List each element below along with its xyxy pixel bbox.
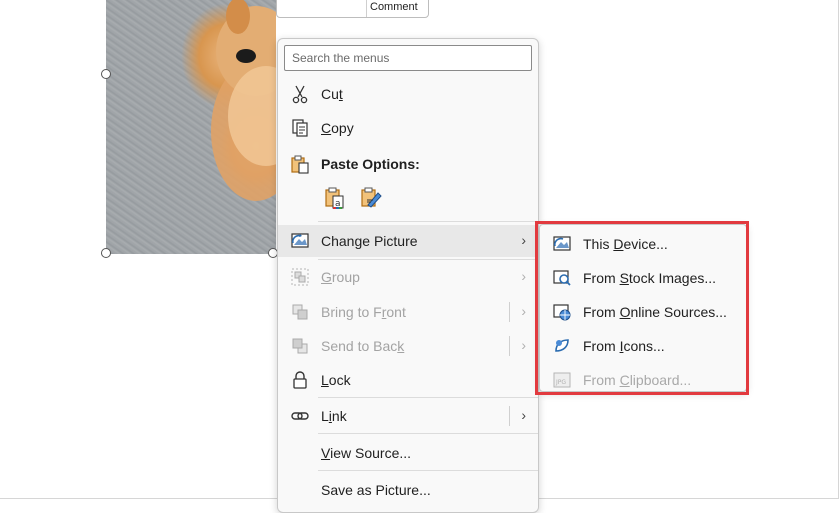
menu-item-label: Copy bbox=[321, 120, 354, 136]
link-icon bbox=[290, 406, 310, 426]
menu-divider bbox=[318, 397, 538, 398]
copy-icon bbox=[290, 118, 310, 138]
menu-item-save-as-picture[interactable]: Save as Picture... bbox=[278, 474, 538, 506]
menu-divider bbox=[318, 259, 538, 260]
submenu-item-label: From Stock Images... bbox=[583, 270, 717, 286]
comment-button[interactable]: Comment bbox=[370, 1, 418, 13]
stock-images-icon bbox=[552, 268, 572, 288]
bring-front-icon bbox=[290, 302, 310, 322]
submenu-item-label: From Icons... bbox=[583, 338, 665, 354]
menu-item-change-picture[interactable]: Change Picture › bbox=[278, 225, 538, 257]
chevron-right-icon: › bbox=[521, 303, 526, 319]
clipboard-icon: JPG bbox=[552, 370, 572, 390]
icons-icon bbox=[552, 336, 572, 356]
mini-toolbar: Comment bbox=[276, 0, 429, 18]
split-divider bbox=[509, 302, 510, 322]
menu-item-label: Cut bbox=[321, 86, 343, 102]
chevron-right-icon: › bbox=[521, 232, 526, 248]
menu-item-view-source[interactable]: View Source... bbox=[278, 437, 538, 469]
menu-item-lock[interactable]: Lock bbox=[278, 364, 538, 396]
split-divider bbox=[509, 406, 510, 426]
menu-item-label: Bring to Front bbox=[321, 304, 406, 320]
menu-item-label: Send to Back bbox=[321, 338, 405, 354]
online-sources-icon bbox=[552, 302, 572, 322]
send-back-icon bbox=[290, 336, 310, 356]
scissors-icon bbox=[290, 84, 310, 104]
resize-handle-left[interactable] bbox=[101, 69, 111, 79]
context-menu: Cut Copy Paste Options: a Change Picture… bbox=[277, 38, 539, 513]
chevron-right-icon: › bbox=[521, 337, 526, 353]
search-menus-input[interactable] bbox=[284, 45, 532, 71]
menu-item-cut[interactable]: Cut bbox=[278, 78, 538, 110]
menu-item-label: Save as Picture... bbox=[321, 482, 431, 498]
group-icon bbox=[290, 267, 310, 287]
keep-formatting-icon[interactable]: a bbox=[322, 185, 350, 213]
menu-divider bbox=[318, 470, 538, 471]
change-picture-submenu: This Device... From Stock Images... From… bbox=[539, 224, 747, 392]
device-icon bbox=[552, 234, 572, 254]
paste-options-header: Paste Options: bbox=[278, 148, 538, 180]
lock-icon bbox=[290, 370, 310, 390]
submenu-item-online-sources[interactable]: From Online Sources... bbox=[540, 295, 746, 327]
submenu-item-label: From Clipboard... bbox=[583, 372, 692, 388]
submenu-item-label: From Online Sources... bbox=[583, 304, 727, 320]
menu-item-label: Group bbox=[321, 269, 360, 285]
paste-options-label: Paste Options: bbox=[321, 156, 420, 172]
toolbar-divider bbox=[366, 0, 367, 17]
submenu-item-this-device[interactable]: This Device... bbox=[540, 227, 746, 259]
svg-text:JPG: JPG bbox=[555, 379, 566, 386]
picture-only-icon[interactable] bbox=[358, 185, 386, 213]
submenu-item-icons[interactable]: From Icons... bbox=[540, 329, 746, 361]
selected-picture[interactable] bbox=[106, 0, 276, 254]
menu-item-group: Group › bbox=[278, 261, 538, 293]
submenu-item-stock-images[interactable]: From Stock Images... bbox=[540, 261, 746, 293]
menu-item-bring-to-front: Bring to Front › bbox=[278, 296, 538, 328]
menu-item-label: Change Picture bbox=[321, 233, 418, 249]
change-picture-icon bbox=[290, 231, 310, 251]
menu-divider bbox=[318, 433, 538, 434]
menu-item-label: Lock bbox=[321, 372, 351, 388]
menu-divider bbox=[318, 221, 538, 222]
menu-item-link[interactable]: Link › bbox=[278, 400, 538, 432]
menu-item-label: Link bbox=[321, 408, 347, 424]
chevron-right-icon: › bbox=[521, 407, 526, 423]
split-divider bbox=[509, 336, 510, 356]
submenu-item-label: This Device... bbox=[583, 236, 668, 252]
menu-item-copy[interactable]: Copy bbox=[278, 112, 538, 144]
paste-icon bbox=[290, 154, 310, 174]
menu-item-send-to-back: Send to Back › bbox=[278, 330, 538, 362]
chevron-right-icon: › bbox=[521, 268, 526, 284]
menu-item-label: View Source... bbox=[321, 445, 412, 461]
submenu-item-clipboard: JPG From Clipboard... bbox=[540, 363, 746, 395]
resize-handle-bottom-left[interactable] bbox=[101, 248, 111, 258]
